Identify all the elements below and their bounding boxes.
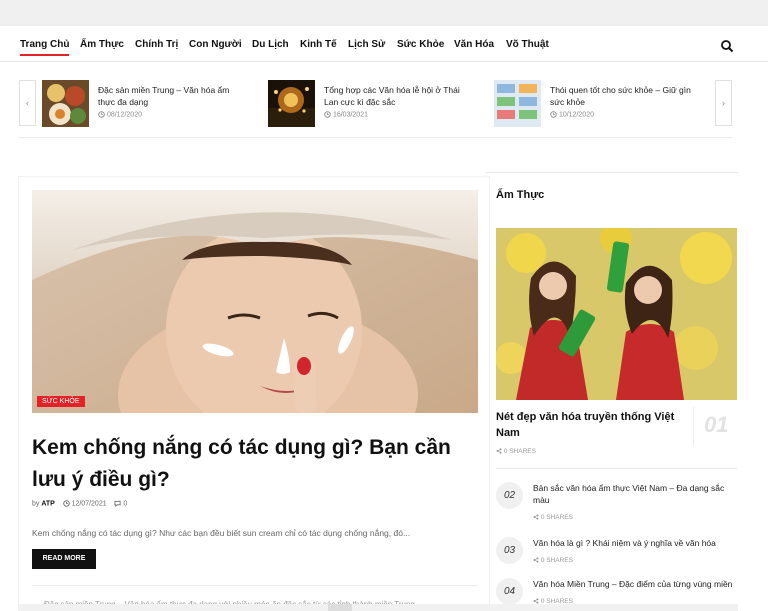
clock-icon — [98, 111, 105, 118]
ticker-date-text: 10/12/2020 — [558, 111, 594, 119]
post-title[interactable]: Kem chống nắng có tác dụng gì? Bạn cần l… — [32, 432, 472, 496]
ticker-item[interactable]: Đặc sản miền Trung – Văn hóa ẩm thực đa … — [42, 80, 262, 128]
list-item-title[interactable]: Văn hóa Miền Trung – Đặc điểm của từng v… — [533, 578, 733, 590]
share-count: 0 SHARES — [496, 448, 536, 455]
ticker-item-title[interactable]: Thói quen tốt cho sức khỏe – Giữ gìn sức… — [550, 84, 700, 108]
nav-item-vo-thuat[interactable]: Võ Thuật — [506, 39, 549, 50]
list-item-number: 04 — [496, 578, 523, 605]
nav-item-van-hoa[interactable]: Văn Hóa — [454, 39, 494, 50]
sidebar-heading[interactable]: Ẩm Thực — [496, 189, 544, 201]
carousel-prev-button[interactable]: ‹ — [19, 80, 36, 126]
share-icon — [533, 557, 539, 563]
nav-item-lich-su[interactable]: Lịch Sử — [348, 39, 385, 50]
divider — [496, 468, 737, 469]
sidebar-featured-number: 01 — [704, 412, 729, 437]
share-count-text: 0 SHARES — [540, 557, 573, 564]
nav-item-con-nguoi[interactable]: Con Người — [189, 39, 242, 50]
sidebar-list-item[interactable]: 02 Bản sắc văn hóa ẩm thực Việt Nam – Đa… — [496, 482, 738, 522]
ticker-thumbnail-festival[interactable] — [268, 80, 315, 127]
horizontal-scrollbar[interactable] — [18, 604, 738, 611]
divider — [32, 585, 478, 586]
hero-image-sunscreen-woman[interactable] — [32, 190, 478, 413]
ticker-thumbnail-health[interactable] — [494, 80, 541, 127]
share-count: 0 SHARES — [533, 557, 573, 564]
ticker-item-title[interactable]: Đặc sản miền Trung – Văn hóa ẩm thực đa … — [98, 84, 248, 108]
list-item-number: 02 — [496, 482, 523, 509]
search-icon[interactable] — [720, 39, 734, 53]
post-author[interactable]: ATP — [41, 500, 54, 507]
nav-item-du-lich[interactable]: Du Lịch — [252, 39, 289, 50]
read-more-button[interactable]: READ MORE — [32, 549, 96, 569]
sidebar-featured-image-ao-dai[interactable] — [496, 228, 737, 400]
ticker-date-text: 08/12/2020 — [106, 111, 142, 119]
post-comment-count[interactable]: 0 — [123, 500, 127, 507]
nav-item-kinh-te[interactable]: Kinh Tế — [300, 39, 337, 50]
nav-item-suc-khoe[interactable]: Sức Khỏe — [397, 39, 444, 50]
main-navigation: Trang Chủ Ẩm Thực Chính Trị Con Người Du… — [0, 26, 768, 62]
nav-item-chinh-tri[interactable]: Chính Trị — [135, 39, 178, 50]
post-meta: by ATP 12/07/2021 0 — [32, 500, 127, 507]
ticker-item[interactable]: Tổng hợp các Văn hóa lễ hội ở Thái Lan c… — [268, 80, 488, 128]
browser-top-strip — [0, 0, 768, 26]
share-count-text: 0 SHARES — [503, 448, 536, 455]
nav-item-am-thuc[interactable]: Ẩm Thực — [80, 39, 124, 50]
clock-icon — [62, 500, 70, 507]
share-count: 0 SHARES — [533, 514, 573, 521]
list-item-title[interactable]: Bản sắc văn hóa ẩm thực Việt Nam – Đa dạ… — [533, 482, 733, 506]
carousel-next-button[interactable]: › — [715, 80, 732, 126]
clock-icon — [324, 111, 331, 118]
post-date: 12/07/2021 — [71, 500, 107, 508]
ticker-thumbnail-food[interactable] — [42, 80, 89, 127]
scrollbar-thumb[interactable] — [328, 604, 352, 611]
post-meta-by: by — [32, 500, 40, 508]
ticker-item-date: 16/03/2021 — [324, 111, 368, 118]
sidebar-list-item[interactable]: 03 Văn hóa là gì ? Khái niệm và ý nghĩa … — [496, 537, 738, 577]
share-icon — [496, 448, 502, 454]
comment-icon — [114, 500, 121, 507]
share-count-text: 0 SHARES — [540, 514, 573, 521]
ticker-item-date: 10/12/2020 — [550, 111, 594, 118]
news-ticker-carousel: ‹ Đặc sản miền Trung – Văn hóa ẩm thực đ… — [18, 74, 732, 138]
list-item-number: 03 — [496, 537, 523, 564]
ticker-item[interactable]: Thói quen tốt cho sức khỏe – Giữ gìn sức… — [494, 80, 714, 128]
post-excerpt: Kem chống nắng có tác dụng gì? Như các b… — [32, 528, 411, 538]
list-item-title[interactable]: Văn hóa là gì ? Khái niệm và ý nghĩa về … — [533, 537, 733, 549]
divider — [693, 407, 694, 445]
nav-item-trang-chu[interactable]: Trang Chủ — [20, 39, 70, 56]
clock-icon — [550, 111, 557, 118]
ticker-item-date: 08/12/2020 — [98, 111, 142, 118]
ticker-item-title[interactable]: Tổng hợp các Văn hóa lễ hội ở Thái Lan c… — [324, 84, 474, 108]
sidebar-featured-title[interactable]: Nét đẹp văn hóa truyền thống Việt Nam — [496, 409, 682, 441]
category-badge[interactable]: SỨC KHỎE — [37, 396, 85, 407]
share-icon — [533, 514, 539, 520]
ticker-date-text: 16/03/2021 — [332, 111, 368, 119]
